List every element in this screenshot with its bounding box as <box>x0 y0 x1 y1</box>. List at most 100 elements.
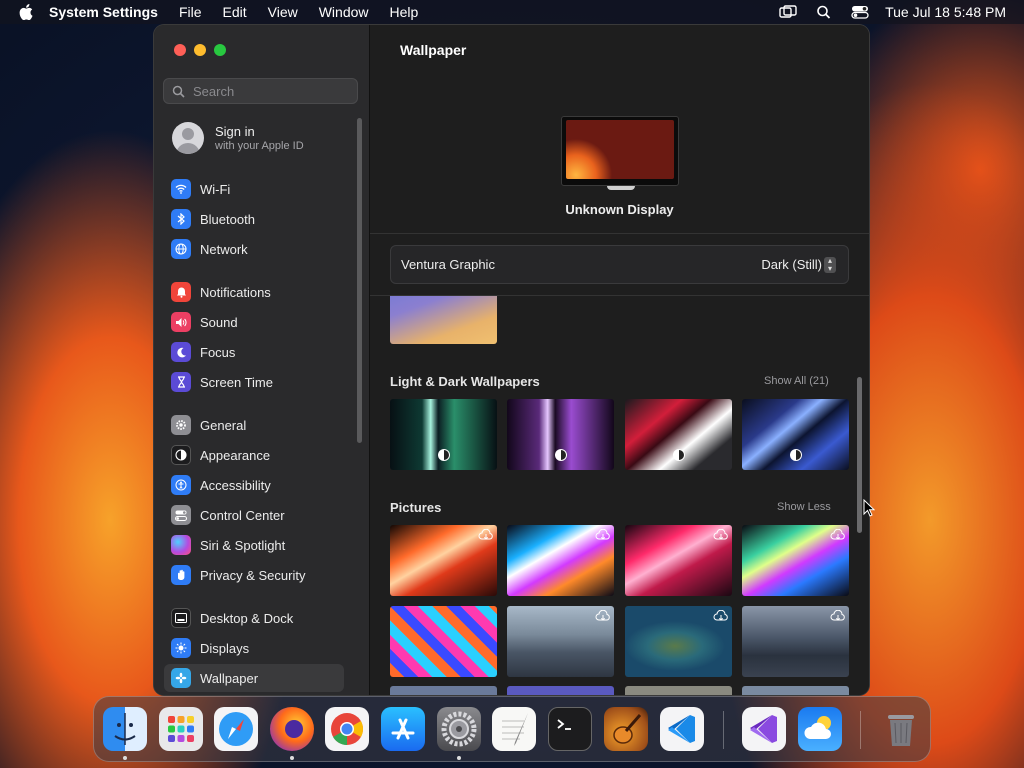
download-cloud-icon[interactable] <box>478 529 494 541</box>
wallpaper-thumbnail[interactable] <box>390 686 497 695</box>
accessibility-icon <box>171 475 191 495</box>
search-input[interactable] <box>191 82 355 100</box>
dock-terminal[interactable] <box>548 707 592 751</box>
wallpaper-thumbnail[interactable] <box>742 525 849 596</box>
dock-weather[interactable] <box>798 707 842 751</box>
light-dark-badge-icon <box>555 449 567 461</box>
dock-finder[interactable] <box>103 707 147 751</box>
wallpaper-icon <box>171 668 191 688</box>
dock-garageband[interactable] <box>604 707 648 751</box>
sun-icon <box>171 638 191 658</box>
close-button[interactable] <box>174 44 186 56</box>
wallpaper-thumbnail[interactable] <box>625 686 732 695</box>
wallpaper-thumbnail[interactable] <box>742 399 849 470</box>
dock-system-settings[interactable] <box>437 707 481 751</box>
screen-mirroring-icon[interactable] <box>779 5 797 19</box>
show-less-button[interactable]: Show Less <box>777 501 831 513</box>
sidebar-item-label: General <box>200 417 247 433</box>
apple-id-sign-in[interactable]: Sign in with your Apple ID <box>172 122 304 154</box>
bluetooth-icon <box>171 209 191 229</box>
control-center-icon <box>171 505 191 525</box>
chevron-up-down-icon[interactable]: ▴ ▾ <box>824 257 836 273</box>
wallpaper-picker[interactable]: Ventura Graphic Dark (Still) ▴ ▾ <box>390 245 849 284</box>
sidebar-item-bluetooth[interactable]: Bluetooth <box>164 205 344 233</box>
apple-menu-icon[interactable] <box>19 4 33 20</box>
light-dark-badge-icon <box>438 449 450 461</box>
sidebar-item-wallpaper[interactable]: Wallpaper <box>164 664 344 692</box>
download-cloud-icon[interactable] <box>595 610 611 622</box>
download-cloud-icon[interactable] <box>595 529 611 541</box>
dock-app-store[interactable] <box>381 707 425 751</box>
search-field[interactable] <box>163 78 358 104</box>
sidebar-item-accessibility[interactable]: Accessibility <box>164 471 344 499</box>
wallpaper-thumbnail[interactable] <box>625 399 732 470</box>
gallery-scrollbar[interactable] <box>857 377 862 533</box>
menu-edit[interactable]: Edit <box>223 4 247 20</box>
download-cloud-icon[interactable] <box>830 610 846 622</box>
download-cloud-icon[interactable] <box>830 529 846 541</box>
menu-view[interactable]: View <box>268 4 298 20</box>
dock-chrome[interactable] <box>325 707 369 751</box>
dock-firefox[interactable] <box>270 707 314 751</box>
menu-window[interactable]: Window <box>319 4 369 20</box>
spotlight-search-icon[interactable] <box>815 5 833 19</box>
dock-launchpad[interactable] <box>159 707 203 751</box>
sidebar-item-label: Desktop & Dock <box>200 610 294 626</box>
wallpaper-mode-select[interactable]: Dark (Still) <box>761 257 822 272</box>
wallpaper-thumbnail[interactable] <box>625 525 732 596</box>
light-dark-badge-icon <box>790 449 802 461</box>
dock-visual-studio[interactable] <box>742 707 786 751</box>
sidebar-item-displays[interactable]: Displays <box>164 634 344 662</box>
trash-icon <box>888 715 914 746</box>
zoom-button[interactable] <box>214 44 226 56</box>
menu-file[interactable]: File <box>179 4 202 20</box>
launchpad-grid-icon <box>168 716 194 742</box>
sidebar-scrollbar[interactable] <box>357 118 362 443</box>
sidebar-item-appearance[interactable]: Appearance <box>164 441 344 469</box>
hourglass-icon <box>171 372 191 392</box>
dock-safari[interactable] <box>214 707 258 751</box>
display-preview <box>561 116 679 190</box>
menu-help[interactable]: Help <box>390 4 419 20</box>
dock-trash[interactable] <box>879 707 923 751</box>
sidebar-item-screen-time[interactable]: Screen Time <box>164 368 344 396</box>
control-center-icon[interactable] <box>851 5 869 19</box>
window-controls <box>174 44 234 56</box>
download-cloud-icon[interactable] <box>713 610 729 622</box>
sidebar-item-label: Notifications <box>200 284 271 300</box>
minimize-button[interactable] <box>194 44 206 56</box>
sidebar-item-sound[interactable]: Sound <box>164 308 344 336</box>
dock <box>93 696 931 762</box>
dock-vscode[interactable] <box>660 707 704 751</box>
wallpaper-thumbnail[interactable] <box>742 606 849 677</box>
wallpaper-thumbnail[interactable] <box>390 296 497 344</box>
sidebar-item-siri-spotlight[interactable]: Siri & Spotlight <box>164 531 344 559</box>
wallpaper-thumbnail[interactable] <box>507 399 614 470</box>
wallpaper-thumbnail[interactable] <box>625 606 732 677</box>
wallpaper-name: Ventura Graphic <box>401 257 495 272</box>
download-cloud-icon[interactable] <box>713 529 729 541</box>
siri-icon <box>171 535 191 555</box>
sidebar-item-label: Privacy & Security <box>200 567 306 583</box>
menu-clock[interactable]: Tue Jul 18 5:48 PM <box>885 4 1006 20</box>
dock-textedit[interactable] <box>492 707 536 751</box>
wallpaper-thumbnail[interactable] <box>507 525 614 596</box>
show-all-button[interactable]: Show All (21) <box>764 375 829 387</box>
sidebar-item-general[interactable]: General <box>164 411 344 439</box>
sidebar-item-privacy-security[interactable]: Privacy & Security <box>164 561 344 589</box>
sidebar-item-label: Sound <box>200 314 238 330</box>
sidebar-item-control-center[interactable]: Control Center <box>164 501 344 529</box>
wallpaper-thumbnail[interactable] <box>507 686 614 695</box>
wallpaper-thumbnail[interactable] <box>507 606 614 677</box>
sidebar-item-desktop-dock[interactable]: Desktop & Dock <box>164 604 344 632</box>
wallpaper-thumbnail[interactable] <box>390 606 497 677</box>
chrome-icon <box>331 713 364 746</box>
sidebar-item-wifi[interactable]: Wi-Fi <box>164 175 344 203</box>
sidebar-item-focus[interactable]: Focus <box>164 338 344 366</box>
sidebar-item-notifications[interactable]: Notifications <box>164 278 344 306</box>
wallpaper-thumbnail[interactable] <box>390 525 497 596</box>
wallpaper-thumbnail[interactable] <box>742 686 849 695</box>
wallpaper-thumbnail[interactable] <box>390 399 497 470</box>
sidebar-item-network[interactable]: Network <box>164 235 344 263</box>
menu-app-name[interactable]: System Settings <box>49 4 158 20</box>
